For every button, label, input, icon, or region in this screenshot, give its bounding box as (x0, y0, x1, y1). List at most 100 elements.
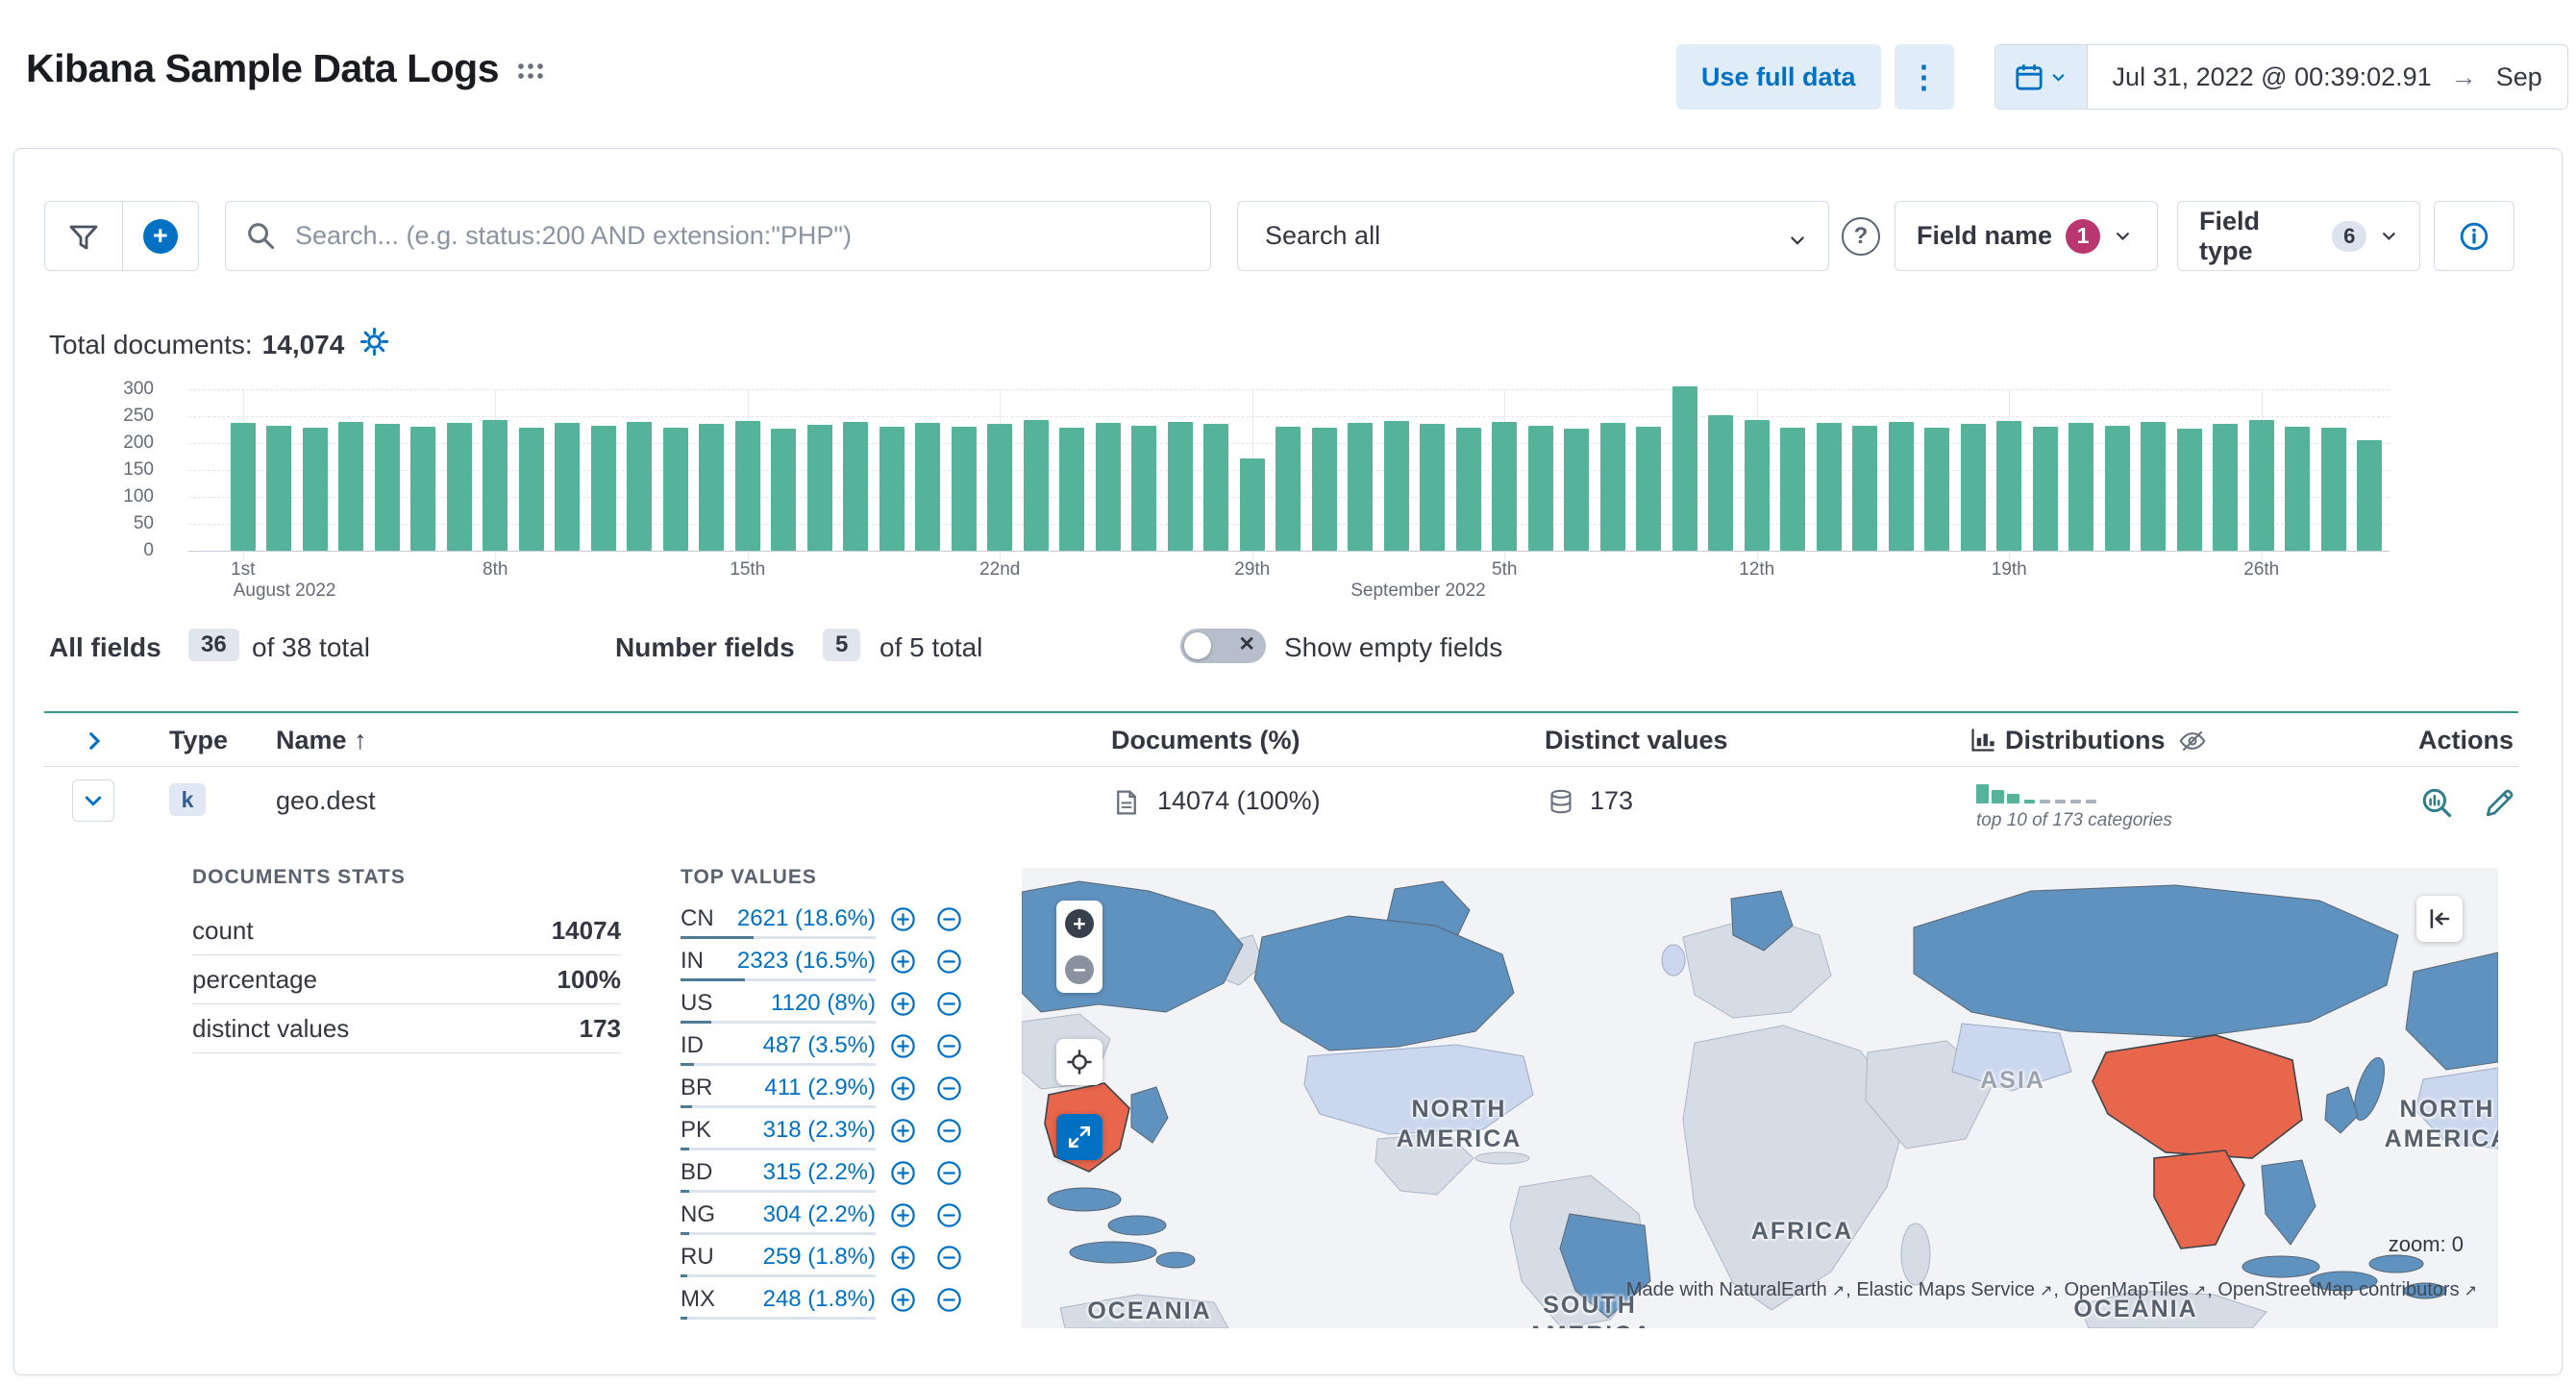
gear-icon[interactable] (359, 327, 389, 363)
filter-out-value-button[interactable] (936, 1118, 962, 1144)
use-full-data-button[interactable]: Use full data (1676, 44, 1881, 110)
histogram-bar[interactable] (1348, 423, 1374, 551)
column-header-distinct-values[interactable]: Distinct values (1545, 726, 1728, 755)
filter-out-value-button[interactable] (936, 991, 962, 1017)
distribution-mini-chart[interactable] (1976, 780, 2245, 807)
add-field-filter-button[interactable]: + (121, 202, 199, 270)
histogram-bar[interactable] (2213, 423, 2239, 551)
histogram-bar[interactable] (2248, 420, 2274, 551)
histogram-bar[interactable] (1816, 423, 1842, 551)
histogram-bar[interactable] (302, 428, 328, 551)
histogram-bar[interactable] (230, 422, 256, 551)
filter-out-value-button[interactable] (936, 949, 962, 975)
column-header-documents[interactable]: Documents (%) (1111, 726, 1300, 755)
filter-out-value-button[interactable] (936, 1160, 962, 1186)
column-header-type[interactable]: Type (169, 726, 228, 755)
histogram-bar[interactable] (2068, 422, 2094, 551)
histogram-bar[interactable] (1095, 422, 1121, 551)
filter-for-value-button[interactable] (890, 1245, 916, 1271)
calendar-quick-select-button[interactable] (1994, 45, 2088, 109)
histogram-bar[interactable] (1239, 457, 1265, 551)
help-icon[interactable]: ? (1842, 217, 1880, 256)
histogram-bar[interactable] (1636, 426, 1662, 551)
histogram-bar[interactable] (590, 425, 616, 551)
histogram-bar[interactable] (2285, 426, 2311, 551)
histogram-bar[interactable] (518, 427, 544, 551)
histogram-bar[interactable] (446, 423, 472, 551)
filter-for-value-button[interactable] (890, 1118, 916, 1144)
fit-to-data-button[interactable] (1056, 1039, 1102, 1085)
field-name-cell[interactable]: geo.dest (276, 786, 376, 816)
histogram-bar[interactable] (1383, 421, 1409, 551)
map-attribution-link[interactable]: OpenStreetMap contributors (2217, 1279, 2459, 1300)
world-map[interactable]: NORTHAMERICA ASIA AFRICA SOUTHAMERICA OC… (1022, 868, 2498, 1328)
histogram-bar[interactable] (1599, 422, 1625, 551)
filter-for-value-button[interactable] (890, 1202, 916, 1228)
histogram-bar[interactable] (555, 422, 581, 551)
histogram-bar[interactable] (1420, 424, 1446, 551)
histogram-bar[interactable] (771, 428, 797, 551)
date-range-start[interactable]: Jul 31, 2022 @ 00:39:02.91 (2113, 62, 2432, 92)
histogram-bar[interactable] (915, 423, 941, 551)
filter-for-value-button[interactable] (890, 949, 916, 975)
histogram-bar[interactable] (627, 421, 653, 551)
histogram-bar[interactable] (338, 421, 364, 551)
date-range-end[interactable]: Sep (2496, 62, 2542, 92)
histogram-bar[interactable] (1744, 420, 1770, 551)
histogram-bar[interactable] (1780, 427, 1806, 551)
field-stats-info-button[interactable] (2434, 201, 2514, 271)
filter-for-value-button[interactable] (890, 1160, 916, 1186)
filter-out-value-button[interactable] (936, 1075, 962, 1101)
map-attribution-link[interactable]: Made with NaturalEarth (1626, 1279, 1827, 1300)
histogram-bar[interactable] (1527, 425, 1553, 551)
filter-out-value-button[interactable] (936, 906, 962, 932)
histogram-bar[interactable] (2141, 422, 2167, 551)
histogram-bar[interactable] (1996, 421, 2022, 551)
filter-out-value-button[interactable] (936, 1033, 962, 1059)
map-attribution-link[interactable]: Elastic Maps Service (1856, 1279, 2035, 1300)
histogram-bar[interactable] (1455, 427, 1481, 551)
zoom-in-button[interactable]: + (1056, 901, 1102, 947)
filter-for-value-button[interactable] (890, 1075, 916, 1101)
histogram-bar[interactable] (1852, 426, 1878, 551)
histogram-bar[interactable] (1672, 386, 1697, 551)
column-header-name[interactable]: Name ↑ (276, 726, 367, 755)
histogram-bar[interactable] (1167, 422, 1193, 551)
histogram-bar[interactable] (1059, 428, 1085, 551)
zoom-out-button[interactable]: − (1056, 947, 1102, 993)
histogram-bar[interactable] (1564, 429, 1590, 551)
histogram-bar[interactable] (410, 427, 436, 551)
filter-for-value-button[interactable] (890, 991, 916, 1017)
histogram-bar[interactable] (2357, 440, 2383, 551)
column-header-distributions[interactable]: Distributions (2005, 726, 2166, 755)
collapse-row-button[interactable] (72, 779, 114, 822)
eye-slash-icon[interactable] (2179, 728, 2206, 759)
histogram-bar[interactable] (1203, 423, 1229, 551)
more-options-button[interactable]: ⋮ (1894, 44, 1954, 110)
filter-out-value-button[interactable] (936, 1287, 962, 1313)
map-attribution-link[interactable]: OpenMapTiles (2064, 1279, 2188, 1300)
histogram-bar[interactable] (1492, 421, 1518, 551)
histogram-bar[interactable] (2032, 427, 2058, 551)
search-scope-select[interactable]: Search all (1237, 201, 1829, 271)
filter-out-value-button[interactable] (936, 1202, 962, 1228)
date-picker[interactable]: Jul 31, 2022 @ 00:39:02.91 → Sep (1994, 44, 2568, 110)
histogram-bar[interactable] (734, 421, 760, 551)
explore-in-lens-button[interactable] (2420, 786, 2453, 819)
histogram-bar[interactable] (483, 420, 508, 551)
histogram-bar[interactable] (2176, 428, 2202, 551)
search-input[interactable] (225, 201, 1211, 271)
histogram-bar[interactable] (1311, 428, 1337, 551)
histogram-bar[interactable] (2320, 427, 2346, 551)
filter-for-value-button[interactable] (890, 1033, 916, 1059)
histogram-bar[interactable] (2104, 425, 2130, 551)
filter-for-value-button[interactable] (890, 1287, 916, 1313)
histogram-bar[interactable] (1131, 426, 1157, 551)
histogram-bar[interactable] (1924, 428, 1950, 551)
collapse-legend-button[interactable] (2416, 896, 2463, 942)
histogram-bar[interactable] (662, 428, 688, 551)
filter-out-value-button[interactable] (936, 1245, 962, 1271)
filter-for-value-button[interactable] (890, 906, 916, 932)
histogram-bar[interactable] (1023, 420, 1049, 551)
expand-map-button[interactable] (1056, 1114, 1102, 1160)
